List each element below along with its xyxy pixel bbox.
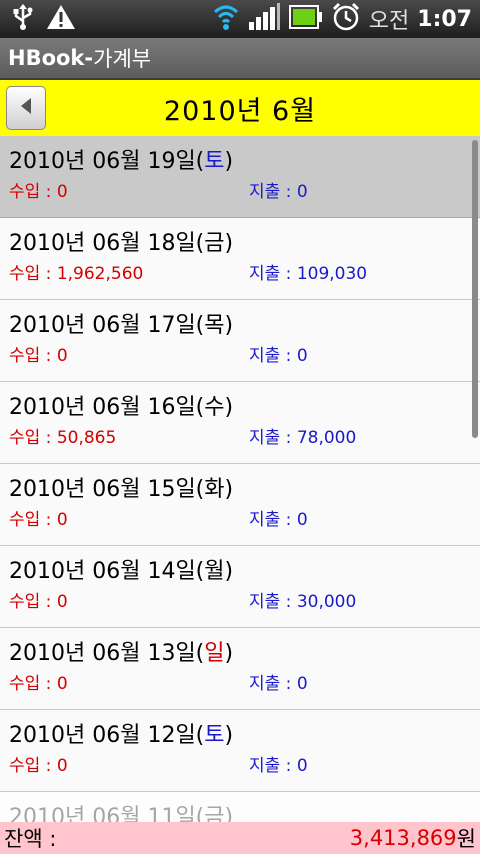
- list-item[interactable]: 2010년 06월 14일(월) 수입 : 0 지출 : 30,000: [0, 546, 480, 628]
- day-date: 2010년 06월 14일(월): [9, 559, 234, 584]
- app-brand: HBook-: [8, 46, 94, 70]
- wifi-icon: [213, 2, 239, 36]
- day-of-week: 금: [204, 231, 225, 256]
- expense-value: 지출 : 0: [249, 346, 308, 366]
- day-of-week: 월: [204, 559, 225, 584]
- list-item[interactable]: 2010년 06월 17일(목) 수입 : 0 지출 : 0: [0, 300, 480, 382]
- month-title: 2010년 6월: [163, 95, 317, 127]
- day-date: 2010년 06월 11일(금): [9, 804, 480, 822]
- expense-value: 지출 : 0: [249, 510, 308, 530]
- list-item[interactable]: 2010년 06월 19일(토) 수입 : 0 지출 : 0: [0, 136, 480, 218]
- expense-value: 지출 : 0: [249, 182, 308, 202]
- income-value: 수입 : 0: [9, 346, 68, 366]
- list-item[interactable]: 2010년 06월 16일(수) 수입 : 50,865 지출 : 78,000: [0, 382, 480, 464]
- app-title-bar: HBook- 가계부: [0, 38, 480, 80]
- day-date: 2010년 06월 18일(금): [9, 231, 234, 256]
- list-item[interactable]: 2010년 06월 13일(일) 수입 : 0 지출 : 0: [0, 628, 480, 710]
- left-arrow-icon: [19, 97, 33, 119]
- list-item[interactable]: 2010년 06월 12일(토) 수입 : 0 지출 : 0: [0, 710, 480, 792]
- clock-ampm: 오전: [368, 9, 410, 34]
- expense-value: 지출 : 0: [249, 674, 308, 694]
- day-date: 2010년 06월 12일(토): [9, 723, 234, 748]
- list-item[interactable]: 2010년 06월 15일(화) 수입 : 0 지출 : 0: [0, 464, 480, 546]
- income-value: 수입 : 0: [9, 674, 68, 694]
- scrollbar[interactable]: [472, 140, 478, 438]
- income-value: 수입 : 0: [9, 592, 68, 612]
- battery-icon: [288, 3, 323, 35]
- day-date: 2010년 06월 19일(토): [9, 149, 234, 174]
- day-date: 2010년 06월 15일(화): [9, 477, 234, 502]
- day-list[interactable]: 2010년 06월 19일(토) 수입 : 0 지출 : 0 2010년 06월 …: [0, 136, 480, 822]
- warning-icon: [46, 3, 76, 35]
- day-of-week: 수: [204, 395, 225, 420]
- balance-value: 3,413,869: [349, 826, 457, 850]
- income-value: 수입 : 0: [9, 510, 68, 530]
- expense-value: 지출 : 0: [249, 756, 308, 776]
- expense-value: 지출 : 109,030: [249, 264, 368, 284]
- day-of-week: 화: [204, 477, 225, 502]
- month-header: 2010년 6월: [0, 80, 480, 136]
- day-of-week: 토: [204, 149, 225, 174]
- usb-icon: [10, 3, 36, 35]
- day-date: 2010년 06월 17일(목): [9, 313, 234, 338]
- day-of-week: 일: [204, 641, 225, 666]
- balance-footer: 잔액 : 3,413,869 원: [0, 822, 480, 854]
- signal-icon: [247, 2, 281, 36]
- status-bar: 오전 1:07: [0, 0, 480, 38]
- day-date: 2010년 06월 16일(수): [9, 395, 234, 420]
- list-item[interactable]: 2010년 06월 18일(금) 수입 : 1,962,560 지출 : 109,…: [0, 218, 480, 300]
- app-subtitle: 가계부: [93, 47, 152, 71]
- day-of-week: 토: [204, 723, 225, 748]
- list-item[interactable]: 2010년 06월 11일(금): [0, 792, 480, 822]
- day-of-week: 목: [204, 313, 225, 338]
- balance-unit: 원: [456, 827, 476, 851]
- income-value: 수입 : 1,962,560: [9, 264, 144, 284]
- alarm-icon: [331, 2, 361, 36]
- income-value: 수입 : 0: [9, 756, 68, 776]
- day-of-week: 금: [204, 805, 225, 822]
- balance-label: 잔액 :: [4, 827, 57, 851]
- income-value: 수입 : 50,865: [9, 428, 117, 448]
- previous-month-button[interactable]: [6, 86, 46, 130]
- expense-value: 지출 : 78,000: [249, 428, 357, 448]
- expense-value: 지출 : 30,000: [249, 592, 357, 612]
- day-date: 2010년 06월 13일(일): [9, 641, 234, 666]
- clock-time: 1:07: [417, 6, 472, 32]
- income-value: 수입 : 0: [9, 182, 68, 202]
